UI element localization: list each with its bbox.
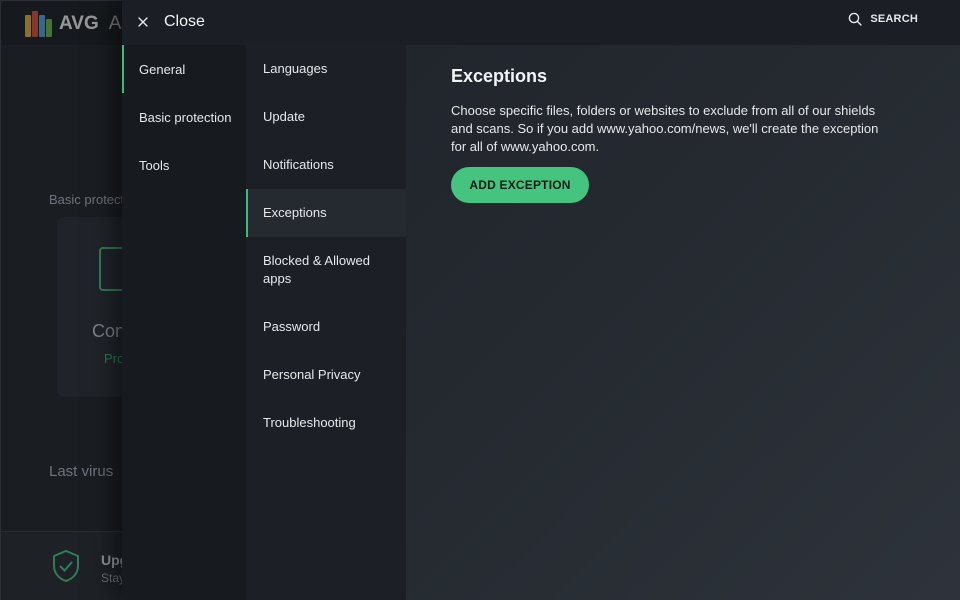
subnav-item-label: Languages — [263, 61, 328, 76]
subnav-item-update[interactable]: Update — [246, 93, 406, 141]
close-icon — [136, 15, 150, 29]
subnav-item-troubleshooting[interactable]: Troubleshooting — [246, 399, 406, 447]
subnav-item-label: Personal Privacy — [263, 367, 361, 382]
subnav-item-label: Notifications — [263, 157, 334, 172]
exceptions-description: Choose specific files, folders or websit… — [451, 103, 879, 154]
subnav-item-label: Troubleshooting — [263, 415, 356, 430]
nav-item-label: Basic protection — [139, 109, 232, 125]
subnav-item-label: Password — [263, 319, 321, 334]
close-label: Close — [164, 13, 205, 30]
settings-category-nav: General Basic protection Tools — [122, 45, 246, 600]
subnav-item-languages[interactable]: Languages — [246, 45, 406, 93]
subnav-item-notifications[interactable]: Notifications — [246, 141, 406, 189]
settings-header: Close SEARCH — [122, 0, 960, 45]
nav-item-label: Tools — [139, 157, 170, 173]
shield-check-icon — [53, 549, 79, 583]
subnav-item-exceptions[interactable]: Exceptions — [246, 189, 406, 237]
basic-protection-label: Basic protect — [49, 192, 125, 207]
subnav-item-label: Exceptions — [263, 205, 327, 220]
search-button[interactable]: SEARCH — [848, 12, 918, 26]
general-subsection-nav: Languages Update Notifications Exception… — [246, 45, 406, 600]
subnav-item-personal-privacy[interactable]: Personal Privacy — [246, 351, 406, 399]
card-title: Con — [92, 321, 126, 341]
avg-logo: AVG An — [25, 11, 132, 37]
avg-logo-text: AVG — [59, 13, 99, 34]
nav-item-general[interactable]: General — [122, 45, 246, 93]
subnav-item-blocked-allowed-apps[interactable]: Blocked & Allowed apps — [246, 237, 406, 303]
nav-item-label: General — [139, 61, 186, 77]
exceptions-content: Exceptions Choose specific files, folder… — [451, 66, 891, 203]
close-button[interactable]: Close — [136, 8, 205, 36]
last-virus-label: Last virus — [49, 463, 114, 480]
search-label: SEARCH — [870, 13, 918, 25]
settings-panel: Close SEARCH General Basic protection To… — [122, 0, 960, 600]
subnav-item-label: Blocked & Allowed apps — [263, 253, 370, 286]
page-title: Exceptions — [451, 66, 548, 86]
subnav-item-label: Update — [263, 109, 305, 124]
subnav-item-password[interactable]: Password — [246, 303, 406, 351]
nav-item-tools[interactable]: Tools — [122, 141, 246, 189]
search-icon — [849, 12, 863, 26]
nav-item-basic-protection[interactable]: Basic protection — [122, 93, 246, 141]
add-exception-button[interactable]: ADD EXCEPTION — [451, 167, 589, 203]
avg-logo-icon — [25, 11, 53, 37]
